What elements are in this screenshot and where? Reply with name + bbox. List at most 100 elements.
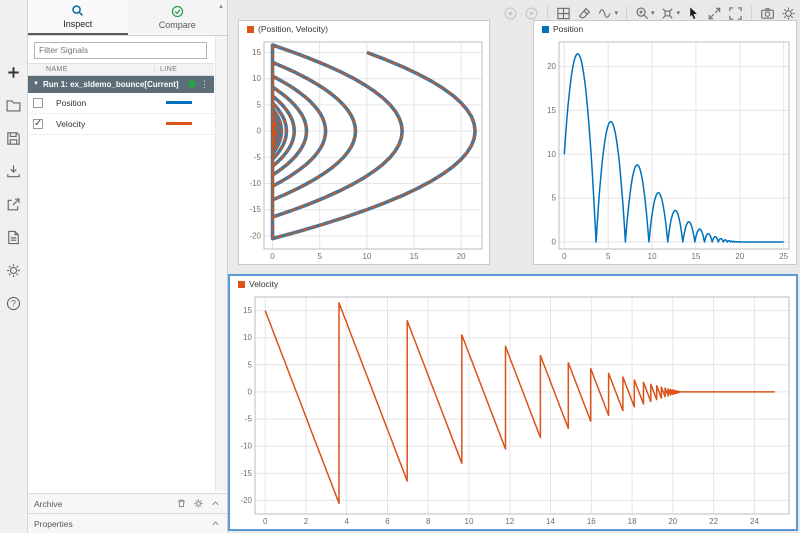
svg-text:-10: -10 (240, 442, 252, 451)
open-button[interactable] (2, 93, 26, 117)
trash-icon[interactable] (176, 498, 187, 509)
properties-label: Properties (34, 519, 204, 529)
svg-text:-20: -20 (249, 231, 261, 240)
position-plot[interactable]: Position 051015202505101520 (533, 20, 797, 265)
fit-view-icon (660, 6, 675, 21)
svg-text:-5: -5 (254, 153, 262, 162)
export-button[interactable] (2, 192, 26, 216)
record-button[interactable] (503, 6, 518, 21)
svg-text:20: 20 (735, 252, 744, 261)
svg-text:5: 5 (317, 252, 322, 261)
xy-plot[interactable]: (Position, Velocity) 05101520-20-15-10-5… (238, 20, 490, 265)
scrollbar-up-icon[interactable]: ▲ (218, 4, 224, 10)
fit-to-view-button[interactable]: ▾ (660, 6, 680, 21)
run-menu-icon[interactable]: ⋮ (200, 79, 209, 90)
report-button[interactable] (2, 225, 26, 249)
zoom-in-button[interactable]: ▾ (635, 6, 655, 21)
record-icon (503, 6, 518, 21)
xy-plot-legend: (Position, Velocity) (239, 21, 489, 37)
clear-plots-button[interactable] (577, 6, 592, 21)
nav-rail: ? (0, 0, 28, 533)
svg-text:5: 5 (257, 100, 262, 109)
signal-row-velocity[interactable]: Velocity (28, 114, 214, 135)
chevron-up-icon[interactable] (210, 518, 221, 529)
svg-text:-20: -20 (240, 496, 252, 505)
filter-signals-input[interactable] (34, 42, 207, 59)
svg-text:10: 10 (547, 150, 556, 159)
position-label: Position (56, 98, 166, 108)
svg-text:15: 15 (547, 106, 556, 115)
document-icon (5, 229, 22, 246)
svg-text:2: 2 (304, 517, 309, 526)
svg-text:5: 5 (606, 252, 611, 261)
run-row[interactable]: ▼ Run 1: ex_sldemo_bounce[Current] ⋮ (28, 76, 214, 93)
browser-tabs: Inspect Compare (28, 0, 227, 36)
snapshot-button[interactable] (760, 6, 775, 21)
wave-icon (598, 6, 613, 21)
svg-text:0: 0 (270, 252, 275, 261)
add-button[interactable] (2, 60, 26, 84)
tab-inspect[interactable]: Inspect (28, 0, 128, 35)
save-button[interactable] (2, 126, 26, 150)
toolbar-separator (626, 6, 627, 20)
svg-text:10: 10 (362, 252, 371, 261)
question-icon: ? (5, 295, 22, 312)
svg-text:15: 15 (252, 48, 261, 57)
position-checkbox[interactable] (33, 98, 43, 108)
import-button[interactable] (2, 159, 26, 183)
svg-text:14: 14 (546, 517, 555, 526)
velocity-label: Velocity (56, 119, 166, 129)
check-circle-icon (171, 5, 184, 18)
gear-small-icon[interactable] (193, 498, 204, 509)
svg-text:25: 25 (779, 252, 788, 261)
help-button[interactable]: ? (2, 291, 26, 315)
svg-text:5: 5 (248, 360, 253, 369)
position-plot-canvas[interactable]: 051015202505101520 (534, 37, 796, 264)
xy-plot-canvas[interactable]: 05101520-20-15-10-5051015 (239, 37, 489, 264)
velocity-line-swatch[interactable] (166, 122, 192, 125)
svg-text:5: 5 (552, 194, 557, 203)
subplot-layout-button[interactable] (556, 6, 571, 21)
chevron-up-icon[interactable] (210, 498, 221, 509)
svg-text:0: 0 (248, 387, 253, 396)
pointer-button[interactable] (686, 6, 701, 21)
expand-button[interactable] (707, 6, 722, 21)
svg-text:24: 24 (750, 517, 759, 526)
signal-style-button[interactable]: ▾ (598, 6, 618, 21)
velocity-checkbox[interactable] (33, 119, 43, 129)
run-status-dot (188, 80, 196, 88)
settings-button[interactable] (781, 6, 796, 21)
grid-layout-icon (556, 6, 571, 21)
dropdown-caret-icon: ▾ (676, 9, 680, 17)
position-line-swatch[interactable] (166, 101, 192, 104)
sidebar-scrollbar[interactable] (215, 36, 227, 491)
collapse-caret-icon[interactable]: ▼ (33, 81, 39, 87)
zoom-in-icon (635, 6, 650, 21)
signal-row-position[interactable]: Position (28, 93, 214, 114)
corner-brackets-icon (728, 6, 743, 21)
svg-text:20: 20 (668, 517, 677, 526)
velocity-plot-title: Velocity (249, 279, 278, 289)
legend-marker (542, 26, 549, 33)
simulation-data-inspector-window: ? Inspect Compare ▲ NAME LINE ▼ Run 1: e… (0, 0, 800, 533)
svg-text:12: 12 (505, 517, 514, 526)
svg-text:0: 0 (263, 517, 268, 526)
svg-text:8: 8 (426, 517, 431, 526)
toolbar-separator (547, 6, 548, 20)
properties-section-header[interactable]: Properties (28, 513, 227, 533)
svg-text:-15: -15 (249, 205, 261, 214)
velocity-plot[interactable]: Velocity 024681012141618202224-20-15-10-… (228, 274, 798, 531)
archive-section-header[interactable]: Archive (28, 493, 227, 513)
replay-button[interactable] (524, 6, 539, 21)
velocity-plot-legend: Velocity (230, 276, 796, 292)
folder-icon (5, 97, 22, 114)
archive-label: Archive (34, 499, 170, 509)
svg-text:-10: -10 (249, 179, 261, 188)
download-icon (5, 163, 22, 180)
fullscreen-button[interactable] (728, 6, 743, 21)
velocity-plot-canvas[interactable]: 024681012141618202224-20-15-10-5051015 (230, 292, 796, 529)
preferences-button[interactable] (2, 258, 26, 282)
toolbar-separator (751, 6, 752, 20)
tab-compare[interactable]: Compare (128, 0, 228, 35)
svg-text:10: 10 (252, 74, 261, 83)
